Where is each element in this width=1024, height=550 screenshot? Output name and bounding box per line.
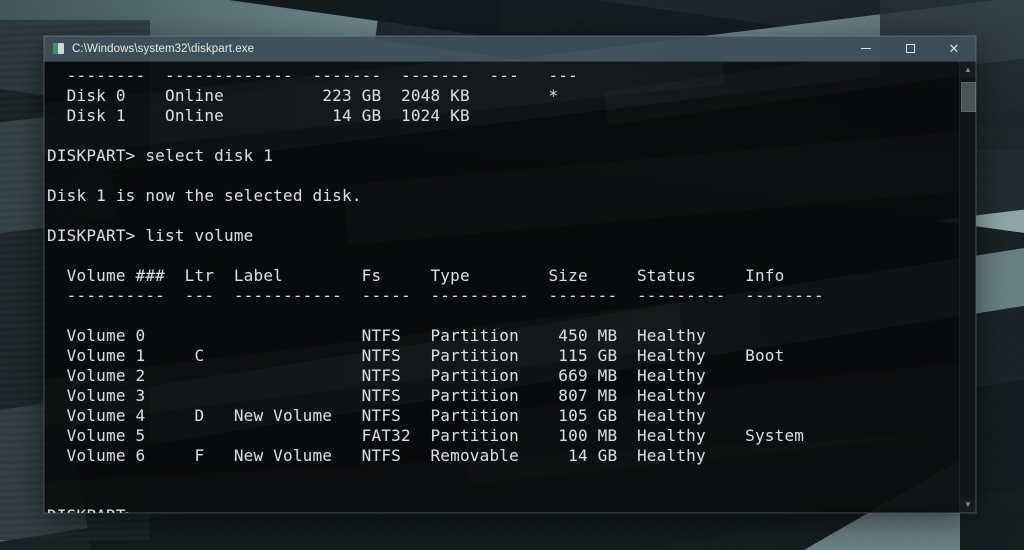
console-line: Volume 1 C NTFS Partition 115 GB Healthy… bbox=[44, 346, 959, 366]
console-line: Volume 4 D New Volume NTFS Partition 105… bbox=[44, 406, 959, 426]
console-line: Volume 3 NTFS Partition 807 MB Healthy bbox=[44, 386, 959, 406]
window-title-bar[interactable]: C:\Windows\system32\diskpart.exe ✕ bbox=[44, 36, 976, 62]
console-output-text[interactable]: -------- ------------- ------- ------- -… bbox=[44, 62, 959, 513]
console-line bbox=[44, 166, 959, 186]
console-line: ---------- --- ----------- ----- -------… bbox=[44, 286, 959, 306]
minimize-button[interactable] bbox=[844, 36, 888, 62]
scroll-down-arrow-icon[interactable]: ▼ bbox=[960, 497, 977, 513]
console-line bbox=[44, 466, 959, 486]
console-body[interactable]: -------- ------------- ------- ------- -… bbox=[44, 62, 976, 513]
window-controls: ✕ bbox=[844, 36, 976, 62]
console-line: Volume 6 F New Volume NTFS Removable 14 … bbox=[44, 446, 959, 466]
vertical-scrollbar[interactable]: ▲ ▼ bbox=[959, 62, 976, 513]
console-line: Volume 0 NTFS Partition 450 MB Healthy bbox=[44, 326, 959, 346]
console-line: -------- ------------- ------- ------- -… bbox=[44, 66, 959, 86]
console-icon bbox=[53, 43, 64, 54]
console-line: Disk 1 Online 14 GB 1024 KB bbox=[44, 106, 959, 126]
console-line bbox=[44, 306, 959, 326]
close-button[interactable]: ✕ bbox=[932, 36, 976, 62]
close-icon: ✕ bbox=[949, 42, 960, 55]
console-line bbox=[44, 246, 959, 266]
console-line: DISKPART> select disk 1 bbox=[44, 146, 959, 166]
window-title: C:\Windows\system32\diskpart.exe bbox=[72, 43, 254, 55]
scrollbar-track[interactable] bbox=[960, 78, 977, 497]
console-line bbox=[44, 206, 959, 226]
console-line: Disk 0 Online 223 GB 2048 KB * bbox=[44, 86, 959, 106]
maximize-button[interactable] bbox=[888, 36, 932, 62]
console-line: Volume 2 NTFS Partition 669 MB Healthy bbox=[44, 366, 959, 386]
minimize-icon bbox=[861, 48, 871, 49]
console-line: Disk 1 is now the selected disk. bbox=[44, 186, 959, 206]
console-line bbox=[44, 486, 959, 506]
console-line: Volume ### Ltr Label Fs Type Size Status… bbox=[44, 266, 959, 286]
maximize-icon bbox=[906, 44, 915, 53]
console-line bbox=[44, 126, 959, 146]
console-line: DISKPART> bbox=[44, 506, 959, 513]
scrollbar-thumb[interactable] bbox=[961, 82, 976, 112]
diskpart-console-window: C:\Windows\system32\diskpart.exe ✕ -----… bbox=[44, 36, 976, 513]
console-line: Volume 5 FAT32 Partition 100 MB Healthy … bbox=[44, 426, 959, 446]
console-line: DISKPART> list volume bbox=[44, 226, 959, 246]
scroll-up-arrow-icon[interactable]: ▲ bbox=[960, 62, 977, 78]
